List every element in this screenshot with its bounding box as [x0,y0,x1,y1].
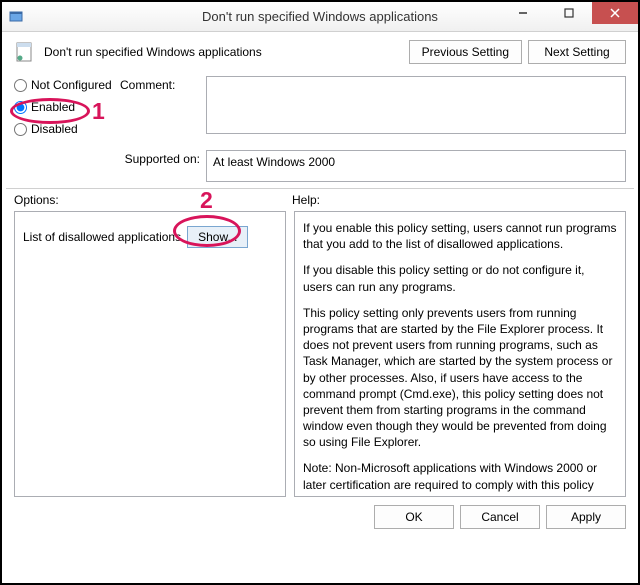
radio-disabled-input[interactable] [14,123,27,136]
ok-button[interactable]: OK [374,505,454,529]
help-text-p3: This policy setting only prevents users … [303,305,617,451]
radio-not-configured-label: Not Configured [31,78,112,92]
help-text-p2: If you disable this policy setting or do… [303,262,617,294]
minimize-button[interactable] [500,2,546,24]
policy-icon [14,41,36,63]
radio-disabled[interactable]: Disabled [14,122,120,136]
policy-title: Don't run specified Windows applications [44,45,403,59]
apply-button[interactable]: Apply [546,505,626,529]
help-label: Help: [292,193,320,207]
cancel-button[interactable]: Cancel [460,505,540,529]
title-bar: Don't run specified Windows applications [2,2,638,32]
disallowed-list-label: List of disallowed applications [23,230,181,244]
supported-on-label: Supported on: [120,150,206,166]
close-button[interactable] [592,2,638,24]
radio-not-configured-input[interactable] [14,79,27,92]
help-text-p1: If you enable this policy setting, users… [303,220,617,252]
comment-textarea[interactable] [206,76,626,134]
supported-on-field: At least Windows 2000 [206,150,626,182]
options-label: Options: [14,193,292,207]
radio-enabled-label: Enabled [31,100,75,114]
app-icon [8,9,24,25]
options-pane: List of disallowed applications Show... [14,211,286,497]
next-setting-button[interactable]: Next Setting [528,40,626,64]
radio-not-configured[interactable]: Not Configured [14,78,120,92]
previous-setting-button[interactable]: Previous Setting [409,40,522,64]
divider [6,188,634,189]
help-pane: If you enable this policy setting, users… [294,211,626,497]
supported-on-value: At least Windows 2000 [213,155,335,169]
radio-disabled-label: Disabled [31,122,78,136]
comment-label: Comment: [120,76,206,92]
show-button[interactable]: Show... [187,226,248,248]
radio-enabled-input[interactable] [14,101,27,114]
radio-enabled[interactable]: Enabled [14,100,120,114]
maximize-button[interactable] [546,2,592,24]
help-text-p4: Note: Non-Microsoft applications with Wi… [303,460,617,497]
